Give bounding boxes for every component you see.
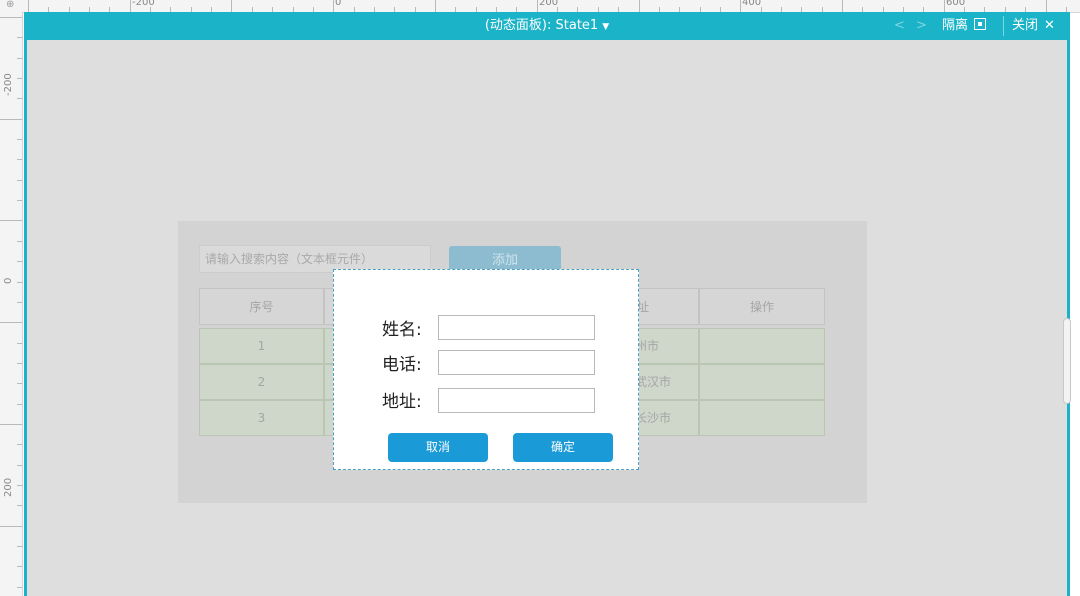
table-header-cell: 操作	[699, 288, 825, 325]
isolate-icon	[974, 18, 987, 30]
caret-down-icon: ▼	[602, 22, 610, 32]
ruler-tick	[17, 200, 22, 201]
panel-canvas: 请输入搜索内容（文本框元件） 添加 序号 址 操作 1 州市 2 武汉市 3 长…	[27, 40, 1071, 596]
address-input[interactable]	[438, 388, 595, 413]
state-label: (动态面板): State1	[484, 18, 599, 33]
phone-input[interactable]	[438, 350, 595, 375]
ruler-label: -200	[3, 73, 14, 96]
ruler-label: 600	[946, 0, 966, 8]
close-button[interactable]: 关闭 ✕	[1012, 12, 1055, 40]
ruler-label: 0	[335, 0, 342, 8]
ruler-tick	[130, 0, 131, 12]
table-header-cell: 序号	[199, 288, 324, 325]
ruler-tick	[17, 139, 22, 140]
ruler-tick	[740, 0, 741, 12]
ruler-tick	[435, 0, 436, 12]
ruler-tick	[17, 383, 22, 384]
add-contact-dialog: 姓名: 电话: 地址: 取消 确定	[333, 269, 639, 470]
ruler-tick	[28, 0, 29, 12]
ruler-tick	[17, 98, 22, 99]
ruler-tick	[17, 566, 22, 567]
ruler-tick	[1046, 0, 1047, 12]
ruler-label: 200	[539, 0, 559, 8]
ruler-tick	[0, 526, 22, 527]
vertical-scrollbar[interactable]	[1063, 318, 1071, 404]
ruler-label: -200	[132, 0, 155, 8]
table-cell-actions[interactable]	[699, 400, 825, 436]
dynamic-panel-editor: (动态面板): State1 ▼ < > 隔离 关闭 ✕ 请输入搜索内容（文本框元件…	[24, 12, 1071, 596]
ruler-label: 200	[3, 477, 14, 497]
vertical-ruler: -200 0 200	[0, 12, 23, 596]
ruler-tick	[17, 37, 22, 38]
ruler-tick	[231, 0, 232, 12]
ruler-label: 0	[3, 277, 14, 284]
ruler-tick	[0, 424, 22, 425]
ruler-tick	[17, 241, 22, 242]
ruler-tick	[17, 159, 22, 160]
ruler-origin-icon[interactable]: ⊕	[6, 0, 14, 10]
ruler-tick	[17, 282, 22, 283]
ruler-tick	[842, 0, 843, 12]
table-cell: 2	[199, 364, 324, 400]
ruler-tick	[17, 587, 22, 588]
table-cell: 3	[199, 400, 324, 436]
chevron-right-icon[interactable]: >	[916, 18, 927, 33]
ruler-tick	[17, 404, 22, 405]
state-dropdown[interactable]: (动态面板): State1 ▼	[24, 12, 1070, 40]
isolate-label: 隔离	[942, 18, 969, 33]
ruler-tick	[0, 220, 22, 221]
ruler-tick	[17, 180, 22, 181]
table-cell: 1	[199, 328, 324, 364]
ruler-tick	[17, 343, 22, 344]
address-label: 地址:	[382, 392, 422, 412]
panel-title-bar: (动态面板): State1 ▼ < > 隔离 关闭 ✕	[24, 12, 1070, 40]
chevron-left-icon[interactable]: <	[894, 18, 905, 33]
table-cell-actions[interactable]	[699, 364, 825, 400]
phone-label: 电话:	[382, 355, 422, 375]
ruler-tick	[17, 546, 22, 547]
ruler-tick	[17, 465, 22, 466]
isolate-button[interactable]: 隔离	[942, 12, 987, 40]
confirm-button[interactable]: 确定	[513, 433, 613, 462]
ruler-tick	[17, 444, 22, 445]
ruler-tick	[537, 0, 538, 12]
name-label: 姓名:	[382, 320, 422, 340]
divider	[1003, 16, 1004, 36]
close-label: 关闭	[1012, 18, 1039, 33]
close-icon: ✕	[1044, 18, 1055, 33]
ruler-tick	[0, 322, 22, 323]
ruler-tick	[944, 0, 945, 12]
ruler-tick	[0, 119, 22, 120]
ruler-tick	[333, 0, 334, 12]
ruler-tick	[17, 302, 22, 303]
cancel-button[interactable]: 取消	[388, 433, 488, 462]
ruler-tick	[17, 505, 22, 506]
name-input[interactable]	[438, 315, 595, 340]
ruler-tick	[639, 0, 640, 12]
table-cell-actions[interactable]	[699, 328, 825, 364]
ruler-tick	[0, 17, 22, 18]
ruler-label: 400	[742, 0, 762, 8]
ruler-tick	[17, 485, 22, 486]
ruler-tick	[17, 363, 22, 364]
ruler-tick	[17, 261, 22, 262]
ruler-tick	[17, 78, 22, 79]
ruler-tick	[17, 58, 22, 59]
